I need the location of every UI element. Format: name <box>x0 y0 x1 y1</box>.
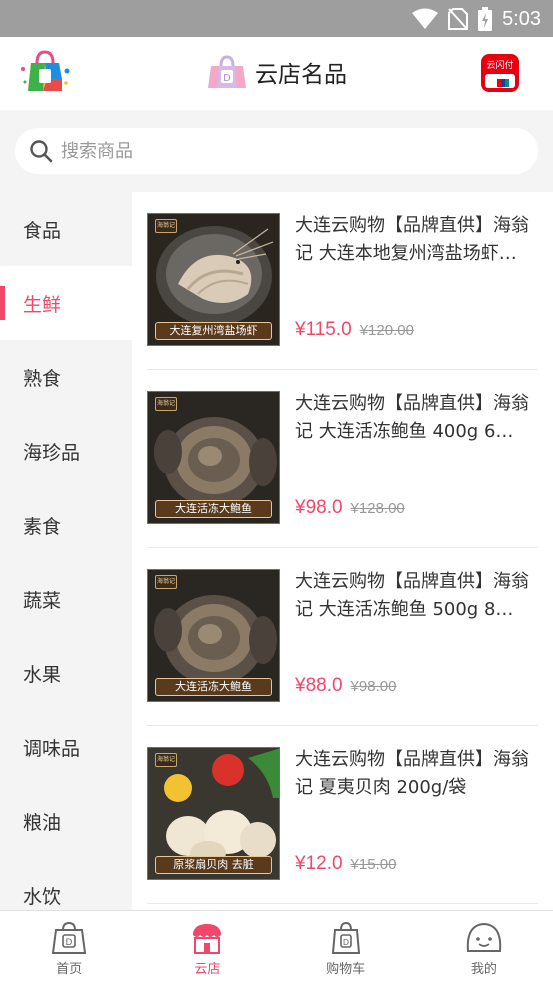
brand-logo-icon: 海翁记 <box>155 575 177 589</box>
status-bar: 5:03 <box>0 0 553 37</box>
category-item-seafood-delicacy[interactable]: 海珍品 <box>0 414 132 488</box>
svg-text:D: D <box>343 938 349 947</box>
price-row: ¥98.0 ¥128.00 <box>295 497 405 519</box>
no-sim-icon <box>448 8 469 30</box>
profile-icon <box>466 922 502 952</box>
colorful-bag-logo-icon <box>21 50 70 91</box>
home-bag-icon: D <box>51 921 87 954</box>
product-card[interactable]: 海翁记 大连复州湾盐场虾 大连云购物【品牌直供】海翁记 大连本地复州湾盐场虾… … <box>147 192 538 370</box>
category-item-drinks[interactable]: 水饮 <box>0 858 132 910</box>
pink-bag-logo-icon: D <box>208 55 246 88</box>
header-title-group: D 云店名品 <box>205 52 347 92</box>
unionpay-card-icon <box>485 74 515 88</box>
nav-label: 云店 <box>194 962 221 977</box>
category-label: 粮油 <box>23 811 62 834</box>
abalone-product-image[interactable]: 海翁记 大连活冻大鲍鱼 <box>147 391 280 524</box>
price-row: ¥115.0 ¥120.00 <box>295 319 414 341</box>
nav-label: 首页 <box>56 962 83 977</box>
product-price: ¥115.0 <box>295 319 352 340</box>
brand-logo-icon: 海翁记 <box>155 219 177 233</box>
scallop-product-image[interactable]: 海翁记 原浆扇贝肉 去脏 <box>147 747 280 880</box>
search-area <box>0 110 553 192</box>
status-time: 5:03 <box>502 7 541 30</box>
category-label: 调味品 <box>23 737 81 760</box>
status-icons: 5:03 <box>412 6 541 32</box>
category-item-cooked[interactable]: 熟食 <box>0 340 132 414</box>
category-label: 海珍品 <box>23 441 81 464</box>
category-label: 水饮 <box>23 885 62 908</box>
store-icon <box>193 924 222 954</box>
category-item-fresh[interactable]: 生鲜 <box>0 266 132 340</box>
product-original-price: ¥98.00 <box>350 678 397 695</box>
brand-logo-icon: 海翁记 <box>155 753 177 767</box>
product-list: 海翁记 大连复州湾盐场虾 大连云购物【品牌直供】海翁记 大连本地复州湾盐场虾… … <box>132 192 553 910</box>
shrimp-product-image[interactable]: 海翁记 大连复州湾盐场虾 <box>147 213 280 346</box>
nav-home[interactable]: D 首页 <box>0 911 138 983</box>
page-title: 云店名品 <box>255 62 347 88</box>
bottom-nav: D 首页 云店 D 购物车 我的 <box>0 910 553 983</box>
search-box[interactable] <box>15 128 538 174</box>
product-price: ¥88.0 <box>295 675 343 696</box>
product-title[interactable]: 大连云购物【品牌直供】海翁记 大连活冻鲍鱼 500g 8… <box>295 568 533 624</box>
product-card[interactable]: 海翁记 大连活冻大鲍鱼 大连云购物【品牌直供】海翁记 大连活冻鲍鱼 400g 6… <box>147 370 538 548</box>
image-caption: 原浆扇贝肉 去脏 <box>155 856 272 874</box>
category-item-grain-oil[interactable]: 粮油 <box>0 784 132 858</box>
category-label: 生鲜 <box>23 293 62 316</box>
search-input[interactable] <box>61 136 511 166</box>
product-card[interactable]: 海翁记 大连活冻大鲍鱼 大连云购物【品牌直供】海翁记 大连活冻鲍鱼 500g 8… <box>147 548 538 726</box>
unionpay-label: 云闪付 <box>486 61 514 71</box>
category-label: 熟食 <box>23 367 62 390</box>
category-label: 水果 <box>23 663 62 686</box>
svg-text:D: D <box>223 73 231 84</box>
app-logo[interactable] <box>19 49 71 95</box>
nav-profile[interactable]: 我的 <box>415 911 553 983</box>
product-original-price: ¥15.00 <box>350 856 397 873</box>
nav-label: 购物车 <box>326 962 366 977</box>
product-original-price: ¥128.00 <box>350 500 405 517</box>
image-caption: 大连复州湾盐场虾 <box>155 322 272 340</box>
category-label: 食品 <box>23 219 62 242</box>
product-title[interactable]: 大连云购物【品牌直供】海翁记 大连本地复州湾盐场虾… <box>295 212 533 268</box>
cart-bag-icon: D <box>331 921 360 954</box>
category-item-vegetables[interactable]: 蔬菜 <box>0 562 132 636</box>
category-item-seasoning[interactable]: 调味品 <box>0 710 132 784</box>
category-item-food[interactable]: 食品 <box>0 192 132 266</box>
image-caption: 大连活冻大鲍鱼 <box>155 500 272 518</box>
product-title[interactable]: 大连云购物【品牌直供】海翁记 夏夷贝肉 200g/袋 <box>295 746 533 802</box>
product-title[interactable]: 大连云购物【品牌直供】海翁记 大连活冻鲍鱼 400g 6… <box>295 390 533 446</box>
app-header: D 云店名品 云闪付 <box>0 37 553 110</box>
category-sidebar: 食品 生鲜 熟食 海珍品 素食 蔬菜 水果 调味品 粮油 水饮 <box>0 192 132 910</box>
unionpay-badge[interactable]: 云闪付 <box>481 54 519 92</box>
category-item-vegetarian[interactable]: 素食 <box>0 488 132 562</box>
category-item-fruit[interactable]: 水果 <box>0 636 132 710</box>
nav-label: 我的 <box>470 962 497 977</box>
price-row: ¥12.0 ¥15.00 <box>295 853 396 875</box>
product-price: ¥12.0 <box>295 853 343 874</box>
product-price: ¥98.0 <box>295 497 343 518</box>
nav-store[interactable]: 云店 <box>138 911 276 983</box>
image-caption: 大连活冻大鲍鱼 <box>155 678 272 696</box>
wifi-icon <box>412 8 439 29</box>
product-original-price: ¥120.00 <box>359 322 414 339</box>
nav-cart[interactable]: D 购物车 <box>277 911 415 983</box>
product-card[interactable]: 海翁记 原浆扇贝肉 去脏 大连云购物【品牌直供】海翁记 夏夷贝肉 200g/袋 … <box>147 726 538 904</box>
svg-text:D: D <box>66 938 73 948</box>
abalone-product-image[interactable]: 海翁记 大连活冻大鲍鱼 <box>147 569 280 702</box>
search-icon <box>30 140 53 163</box>
category-label: 蔬菜 <box>23 589 62 612</box>
price-row: ¥88.0 ¥98.00 <box>295 675 396 697</box>
category-label: 素食 <box>23 515 62 538</box>
brand-logo-icon: 海翁记 <box>155 397 177 411</box>
battery-charging-icon <box>478 7 493 31</box>
